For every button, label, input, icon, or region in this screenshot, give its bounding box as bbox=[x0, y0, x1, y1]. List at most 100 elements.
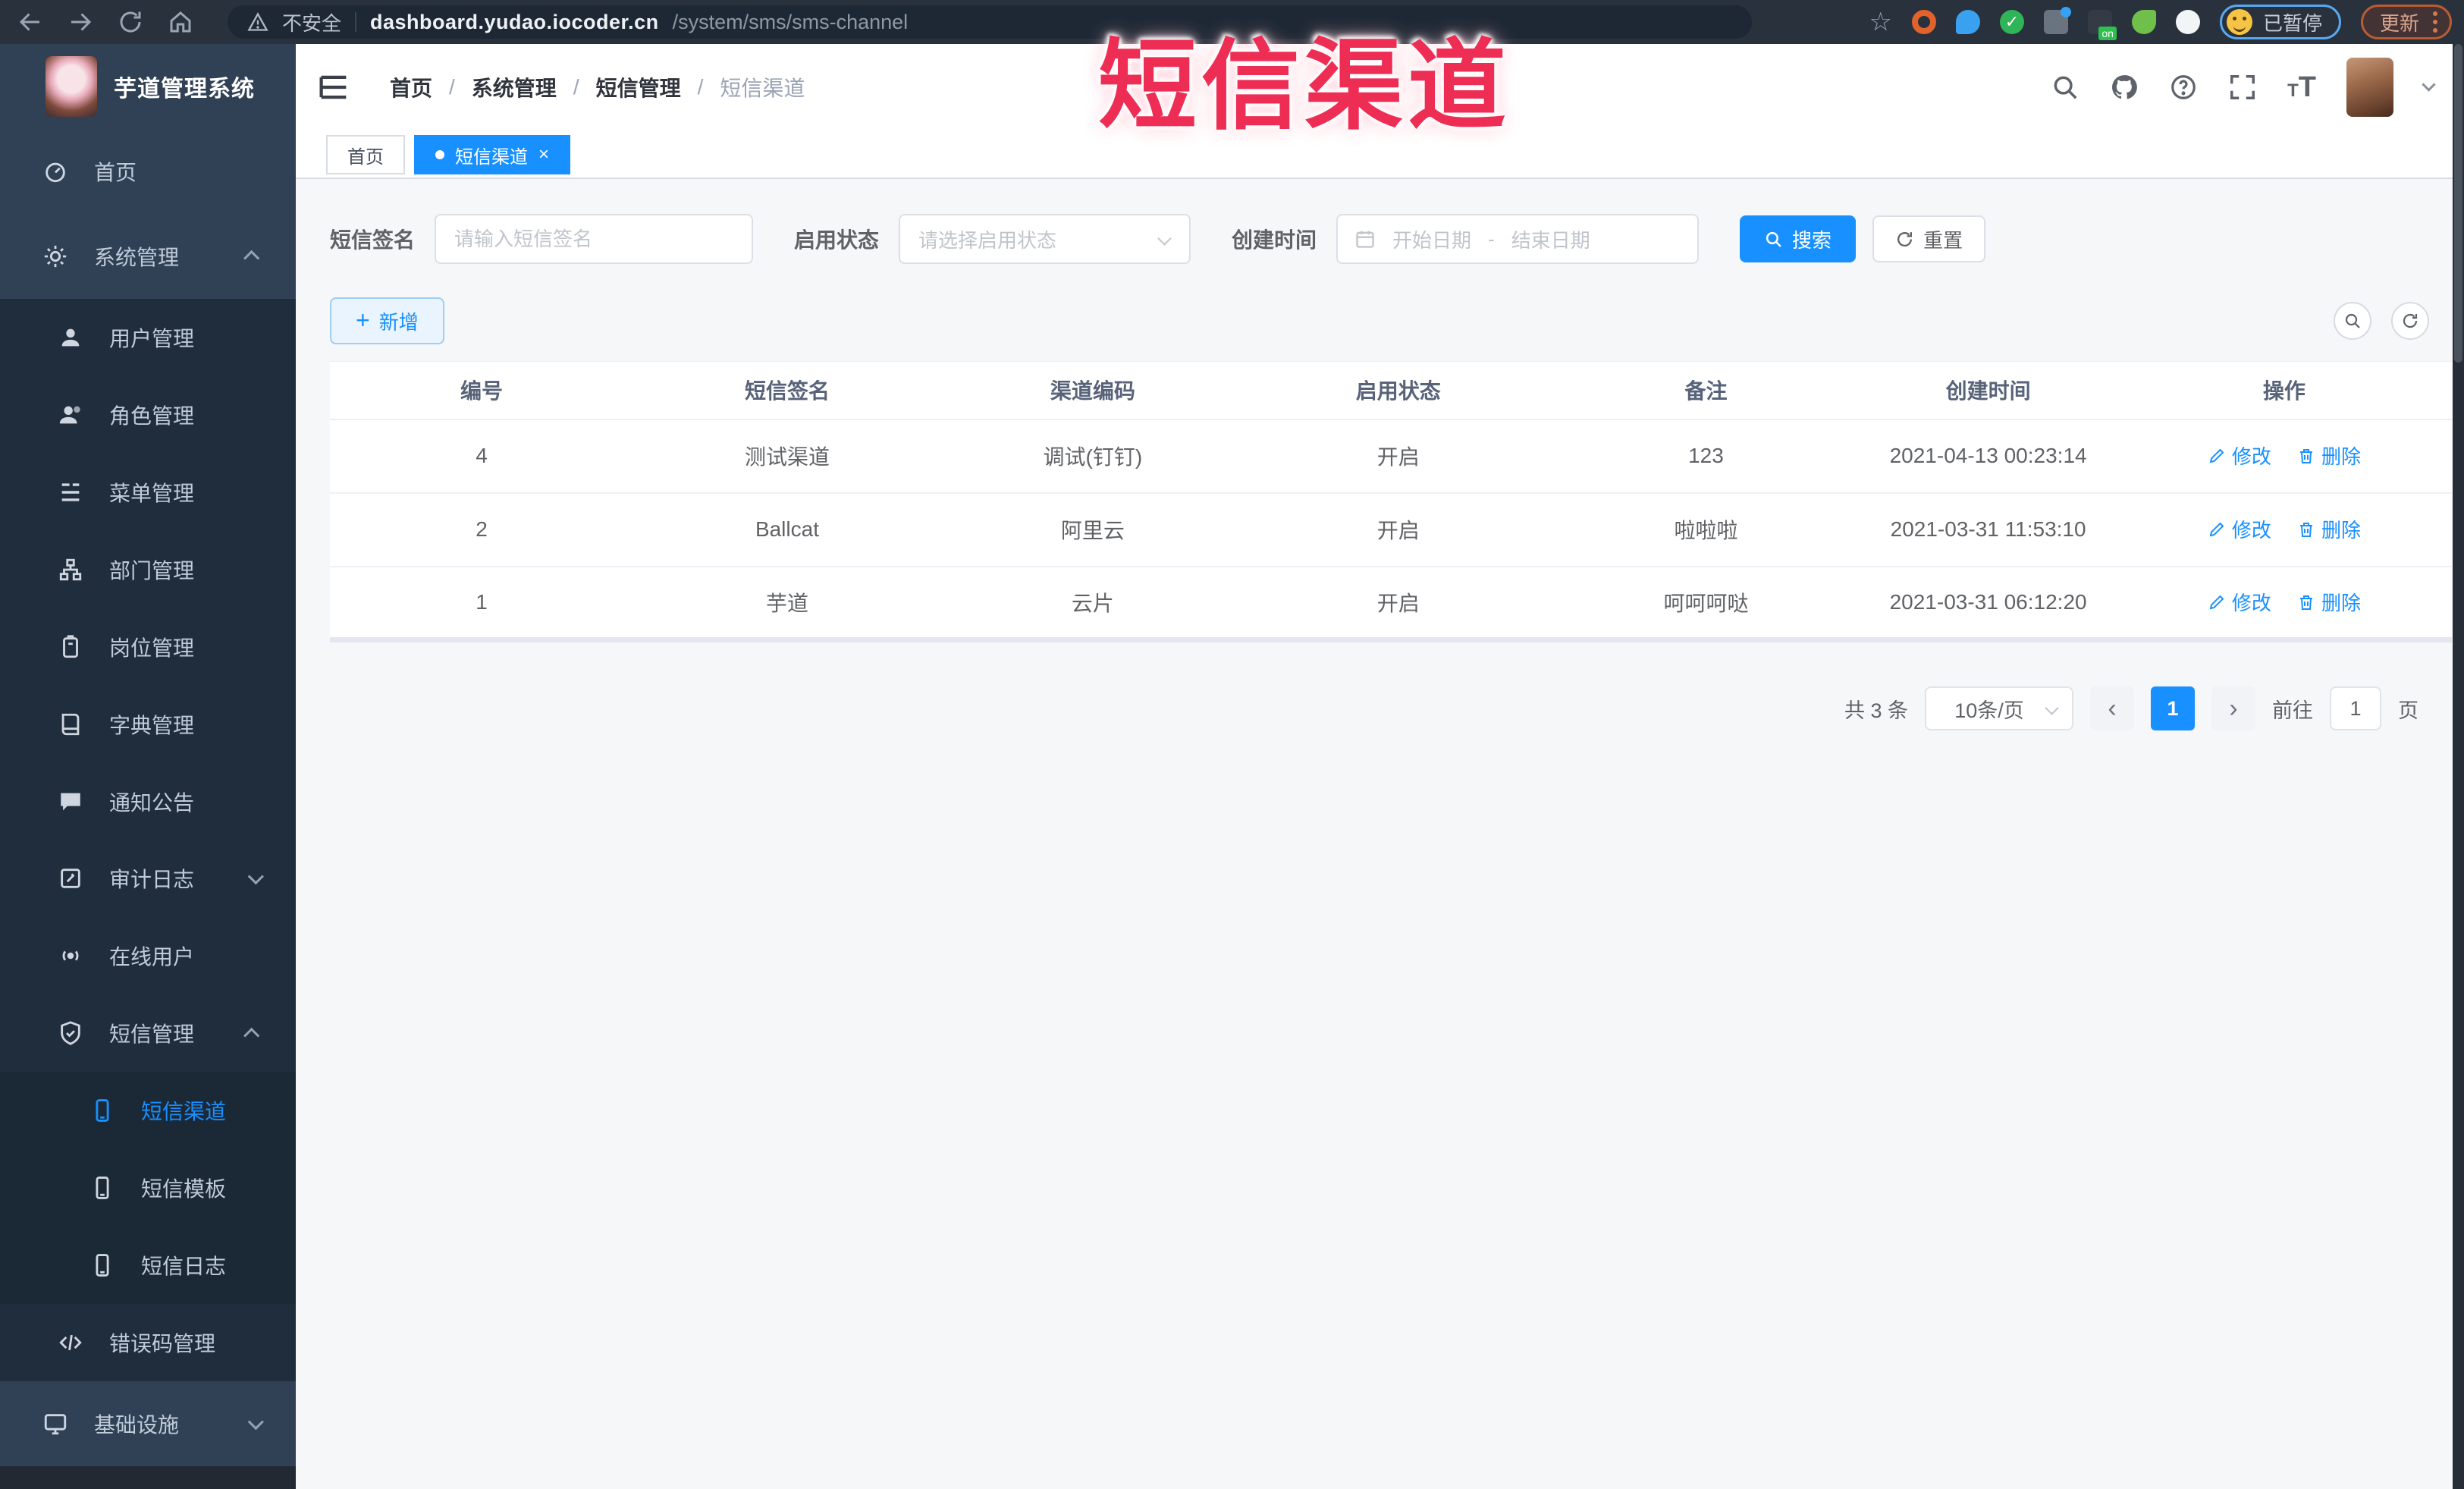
cell-code: 云片 bbox=[940, 566, 1245, 642]
home-icon[interactable] bbox=[167, 8, 194, 36]
sidebar-item-error-codes[interactable]: 错误码管理 bbox=[0, 1304, 296, 1382]
sidebar-item-home[interactable]: 首页 bbox=[0, 128, 296, 214]
extension-check-icon[interactable]: ✓ bbox=[1999, 10, 2024, 34]
main-area: 首页 / 系统管理 / 短信管理 / 短信渠道 T T 首页 短信渠道 × 短信… bbox=[296, 44, 2464, 1489]
add-button[interactable]: + 新增 bbox=[330, 297, 444, 344]
avatar[interactable] bbox=[2346, 58, 2393, 117]
online-users-icon bbox=[58, 943, 83, 969]
cell-id: 4 bbox=[330, 419, 634, 494]
toggle-search-button[interactable] bbox=[2334, 302, 2371, 340]
sidebar-item-sms-management[interactable]: 短信管理 bbox=[0, 994, 296, 1073]
breadcrumb-current: 短信渠道 bbox=[720, 77, 805, 100]
sidebar-collapse-icon[interactable] bbox=[317, 74, 350, 101]
security-label[interactable]: 不安全 bbox=[282, 8, 341, 36]
sidebar-item-departments[interactable]: 部门管理 bbox=[0, 530, 296, 608]
fullscreen-icon[interactable] bbox=[2228, 73, 2257, 102]
delete-link[interactable]: 删除 bbox=[2297, 515, 2361, 543]
phone-icon bbox=[89, 1252, 115, 1278]
goto-page-input[interactable] bbox=[2330, 686, 2381, 730]
reset-button[interactable]: 重置 bbox=[1872, 215, 1986, 262]
profile-paused-pill[interactable]: 已暂停 bbox=[2219, 5, 2341, 39]
table-row: 2 Ballcat 阿里云 开启 啦啦啦 2021-03-31 11:53:10… bbox=[330, 492, 2452, 567]
status-select[interactable]: 请选择启用状态 bbox=[899, 214, 1191, 264]
pagination-total: 共 3 条 bbox=[1844, 699, 1908, 722]
col-id: 编号 bbox=[330, 361, 634, 420]
sidebar-logo-row[interactable]: 芋道管理系统 bbox=[0, 44, 296, 129]
extension-pin-icon[interactable] bbox=[1955, 10, 1980, 34]
app-title: 芋道管理系统 bbox=[114, 76, 255, 102]
start-date-placeholder[interactable]: 开始日期 bbox=[1392, 225, 1471, 253]
pagination: 共 3 条 10条/页 ‹ 1 › 前往 页 bbox=[330, 686, 2452, 730]
edit-link[interactable]: 修改 bbox=[2208, 441, 2271, 470]
delete-link[interactable]: 删除 bbox=[2297, 588, 2361, 616]
next-page-button[interactable]: › bbox=[2211, 686, 2255, 730]
font-size-icon[interactable]: TT bbox=[2287, 71, 2316, 104]
cell-code: 阿里云 bbox=[940, 492, 1245, 567]
table-row: 1 芋道 云片 开启 呵呵呵哒 2021-03-31 06:12:20 修改 删除 bbox=[330, 566, 2452, 642]
sidebar-item-dictionary[interactable]: 字典管理 bbox=[0, 685, 296, 763]
address-bar[interactable]: 不安全 dashboard.yudao.iocoder.cn /system/s… bbox=[228, 5, 1752, 39]
delete-link[interactable]: 删除 bbox=[2297, 441, 2361, 470]
help-icon[interactable] bbox=[2169, 73, 2198, 102]
browser-update-button[interactable]: 更新 bbox=[2360, 5, 2452, 39]
browser-menu-icon[interactable] bbox=[2433, 11, 2437, 33]
page-size-select[interactable]: 10条/页 bbox=[1925, 686, 2073, 730]
sidebar-item-label: 部门管理 bbox=[109, 558, 195, 583]
cell-status: 开启 bbox=[1244, 419, 1552, 494]
breadcrumb-home[interactable]: 首页 bbox=[390, 72, 432, 102]
end-date-placeholder[interactable]: 结束日期 bbox=[1511, 225, 1590, 253]
prev-page-button[interactable]: ‹ bbox=[2090, 686, 2134, 730]
sidebar-item-sms-channel[interactable]: 短信渠道 bbox=[0, 1072, 296, 1150]
sidebar-item-label: 短信渠道 bbox=[141, 1100, 227, 1124]
sidebar-item-sms-template[interactable]: 短信模板 bbox=[0, 1149, 296, 1227]
date-range-picker[interactable]: 开始日期 - 结束日期 bbox=[1336, 214, 1700, 264]
cell-created: 2021-04-13 00:23:14 bbox=[1860, 419, 2117, 494]
sidebar-item-system[interactable]: 系统管理 bbox=[0, 213, 296, 299]
cell-sign: 芋道 bbox=[633, 566, 941, 642]
header-actions: TT bbox=[2051, 58, 2436, 117]
sidebar-item-posts[interactable]: 岗位管理 bbox=[0, 608, 296, 686]
back-icon[interactable] bbox=[17, 8, 44, 36]
extension-paw-icon[interactable] bbox=[2175, 10, 2200, 34]
menu-list-icon bbox=[58, 479, 83, 505]
cell-remark: 啦啦啦 bbox=[1552, 492, 1860, 567]
current-page-button[interactable]: 1 bbox=[2151, 686, 2195, 730]
sign-input[interactable] bbox=[435, 214, 754, 264]
close-icon[interactable]: × bbox=[538, 146, 549, 164]
tab-home[interactable]: 首页 bbox=[326, 135, 405, 174]
tab-sms-channel[interactable]: 短信渠道 × bbox=[414, 135, 571, 174]
edit-label: 修改 bbox=[2231, 592, 2271, 614]
scrollbar-thumb[interactable] bbox=[2454, 44, 2462, 363]
chevron-down-icon[interactable] bbox=[2422, 77, 2436, 92]
extension-orange-icon[interactable] bbox=[1911, 10, 1936, 34]
sidebar-item-users[interactable]: 用户管理 bbox=[0, 298, 296, 376]
cell-id: 1 bbox=[330, 566, 634, 642]
sidebar-item-announcements[interactable]: 通知公告 bbox=[0, 762, 296, 840]
github-icon[interactable] bbox=[2110, 73, 2139, 102]
search-button[interactable]: 搜索 bbox=[1740, 215, 1857, 262]
active-tab-dot-icon bbox=[435, 150, 444, 159]
search-icon bbox=[1764, 230, 1783, 249]
edit-link[interactable]: 修改 bbox=[2208, 588, 2271, 616]
edit-link[interactable]: 修改 bbox=[2208, 515, 2271, 543]
extension-leaf-icon[interactable] bbox=[2131, 10, 2156, 34]
sidebar-item-online-users[interactable]: 在线用户 bbox=[0, 917, 296, 995]
breadcrumb-sms[interactable]: 短信管理 bbox=[596, 72, 681, 102]
browser-scrollbar[interactable] bbox=[2453, 44, 2464, 1489]
extension-on-badge-icon[interactable] bbox=[2087, 10, 2117, 40]
url-host[interactable]: dashboard.yudao.iocoder.cn bbox=[370, 11, 659, 34]
sidebar-item-infrastructure[interactable]: 基础设施 bbox=[0, 1381, 296, 1467]
forward-icon[interactable] bbox=[67, 8, 94, 36]
sidebar-item-roles[interactable]: 角色管理 bbox=[0, 375, 296, 454]
sidebar-item-menus[interactable]: 菜单管理 bbox=[0, 453, 296, 531]
refresh-table-button[interactable] bbox=[2391, 302, 2429, 340]
bookmark-star-icon[interactable]: ☆ bbox=[1869, 9, 1891, 35]
profile-emoji-icon bbox=[2226, 9, 2252, 35]
col-created: 创建时间 bbox=[1860, 361, 2117, 420]
reload-icon[interactable] bbox=[117, 8, 144, 36]
breadcrumb-system[interactable]: 系统管理 bbox=[472, 72, 557, 102]
extension-grid-icon[interactable] bbox=[2043, 7, 2071, 34]
sidebar-item-audit-logs[interactable]: 审计日志 bbox=[0, 840, 296, 918]
search-icon[interactable] bbox=[2051, 73, 2079, 102]
sidebar-item-sms-log[interactable]: 短信日志 bbox=[0, 1227, 296, 1305]
